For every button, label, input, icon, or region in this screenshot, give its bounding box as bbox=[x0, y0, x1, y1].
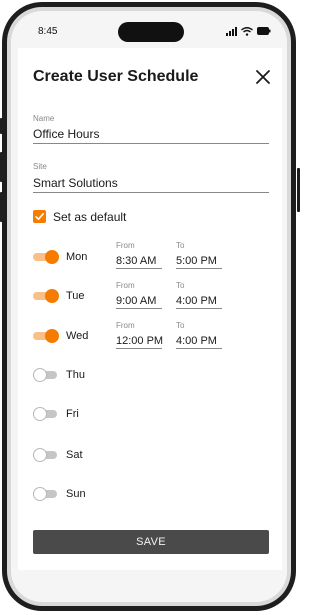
create-schedule-form: Create User Schedule Name Office Hours S… bbox=[18, 48, 282, 570]
toggle-tue[interactable] bbox=[33, 289, 59, 303]
day-label-wed: Wed bbox=[66, 330, 89, 342]
toggle-mon[interactable] bbox=[33, 250, 59, 264]
to-time-wed[interactable]: 4:00 PM bbox=[176, 335, 222, 349]
to-label: To bbox=[176, 321, 185, 330]
checkmark-icon bbox=[35, 213, 44, 220]
signal-icon bbox=[226, 26, 237, 36]
phone-side-button-right bbox=[297, 168, 300, 212]
to-label: To bbox=[176, 241, 185, 250]
toggle-thu[interactable] bbox=[33, 368, 59, 382]
to-time-mon[interactable]: 5:00 PM bbox=[176, 255, 222, 269]
day-label-thu: Thu bbox=[66, 369, 85, 381]
from-time-wed[interactable]: 12:00 PM bbox=[116, 335, 163, 349]
toggle-sun[interactable] bbox=[33, 487, 59, 501]
site-field-label: Site bbox=[33, 162, 47, 171]
day-label-tue: Tue bbox=[66, 290, 85, 302]
from-time-tue[interactable]: 9:00 AM bbox=[116, 295, 162, 309]
wifi-icon bbox=[241, 26, 253, 36]
close-icon bbox=[256, 70, 270, 84]
from-time-mon[interactable]: 8:30 AM bbox=[116, 255, 162, 269]
page-title: Create User Schedule bbox=[33, 68, 199, 85]
toggle-wed[interactable] bbox=[33, 329, 59, 343]
day-label-mon: Mon bbox=[66, 251, 88, 263]
default-checkbox[interactable] bbox=[33, 210, 46, 223]
from-label: From bbox=[116, 321, 135, 330]
to-label: To bbox=[176, 281, 185, 290]
dynamic-island bbox=[118, 22, 184, 42]
toggle-sat[interactable] bbox=[33, 448, 59, 462]
close-button[interactable] bbox=[252, 66, 274, 88]
from-label: From bbox=[116, 281, 135, 290]
from-label: From bbox=[116, 241, 135, 250]
battery-icon bbox=[257, 27, 271, 35]
to-time-tue[interactable]: 4:00 PM bbox=[176, 295, 222, 309]
toggle-fri[interactable] bbox=[33, 407, 59, 421]
site-field[interactable]: Smart Solutions bbox=[33, 176, 269, 193]
name-field[interactable]: Office Hours bbox=[33, 127, 269, 144]
day-label-sun: Sun bbox=[66, 488, 86, 500]
status-icons bbox=[226, 25, 271, 37]
day-label-sat: Sat bbox=[66, 449, 83, 461]
default-checkbox-label: Set as default bbox=[53, 210, 127, 224]
day-label-fri: Fri bbox=[66, 408, 79, 420]
name-field-label: Name bbox=[33, 114, 55, 123]
status-time: 8:45 bbox=[38, 26, 58, 37]
save-button[interactable]: SAVE bbox=[33, 530, 269, 554]
